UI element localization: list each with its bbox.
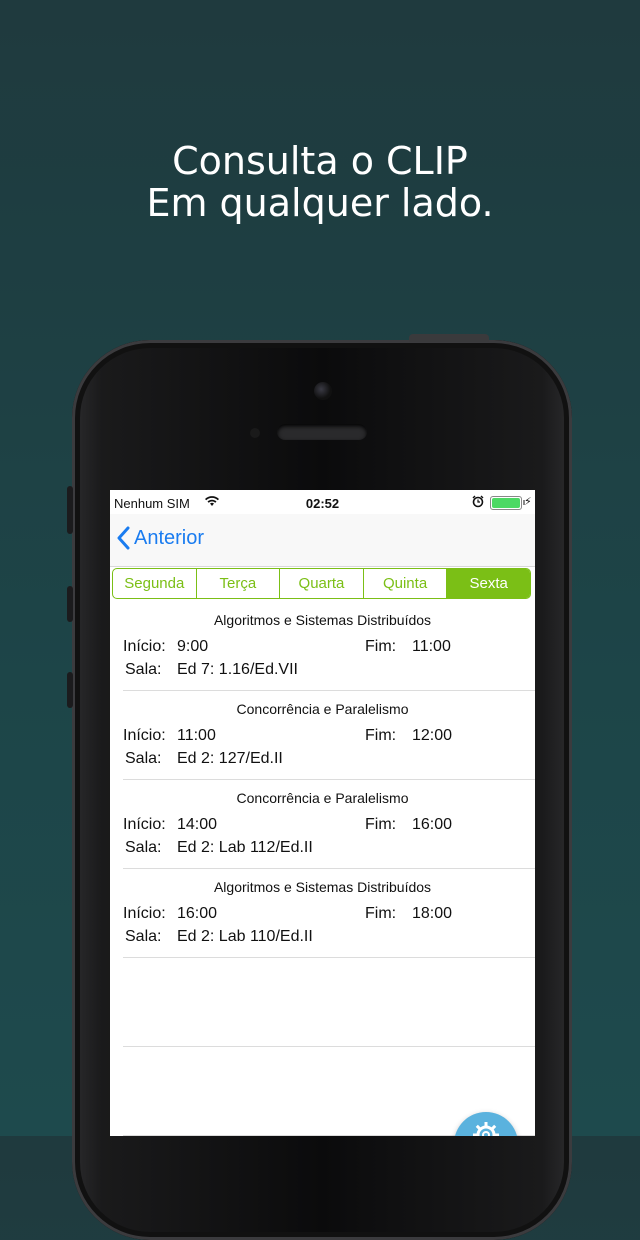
back-button-label: Anterior (134, 526, 205, 549)
room-value: Ed 2: Lab 112/Ed.II (177, 839, 313, 856)
class-name: Algoritmos e Sistemas Distribuídos (213, 612, 432, 628)
app-screen: Nenhum SIM 02:52 ⚡ Anterior Segunda Terç… (110, 490, 535, 1136)
navigation-bar: Anterior (110, 514, 535, 567)
headline-line-1: Consulta o CLIP (172, 139, 468, 183)
volume-down-button (67, 672, 73, 708)
battery-icon (490, 496, 525, 510)
end-label: Fim: (365, 638, 397, 655)
day-selector: Segunda Terça Quarta Quinta Sexta (112, 568, 531, 599)
schedule-item[interactable]: Concorrência e Paralelismo Início: 11:00… (123, 691, 535, 780)
end-label: Fim: (365, 816, 397, 833)
empty-row (123, 958, 535, 1047)
start-label: Início: (123, 816, 166, 833)
room-label: Sala: (125, 928, 162, 945)
room-value: Ed 2: 127/Ed.II (177, 750, 283, 767)
volume-up-button (67, 586, 73, 622)
end-time: 11:00 (412, 638, 451, 655)
class-name: Concorrência e Paralelismo (236, 701, 409, 717)
tab-quarta[interactable]: Quarta (280, 569, 364, 598)
tab-terca[interactable]: Terça (197, 569, 281, 598)
front-camera (314, 382, 332, 400)
start-label: Início: (123, 638, 166, 655)
class-name: Algoritmos e Sistemas Distribuídos (213, 879, 432, 895)
room-label: Sala: (125, 661, 162, 678)
tab-sexta[interactable]: Sexta (447, 569, 530, 598)
back-button[interactable]: Anterior (116, 526, 204, 550)
headline-line-2: Em qualquer lado. (146, 181, 494, 225)
start-label: Início: (123, 905, 166, 922)
alarm-icon (472, 495, 484, 511)
start-time: 14:00 (177, 816, 218, 833)
tab-segunda[interactable]: Segunda (113, 569, 197, 598)
charging-icon: ⚡ (524, 496, 532, 508)
schedule-item[interactable]: Algoritmos e Sistemas Distribuídos Iníci… (123, 602, 535, 691)
proximity-sensor (250, 428, 260, 438)
status-bar: Nenhum SIM 02:52 ⚡ (110, 490, 535, 514)
end-label: Fim: (365, 905, 397, 922)
room-value: Ed 2: Lab 110/Ed.II (177, 928, 313, 945)
chevron-left-icon (117, 526, 130, 550)
start-time: 11:00 (177, 727, 216, 744)
tab-quinta[interactable]: Quinta (364, 569, 448, 598)
gear-icon (473, 1122, 499, 1136)
room-value: Ed 7: 1.16/Ed.VII (177, 661, 298, 678)
schedule-item[interactable]: Algoritmos e Sistemas Distribuídos Iníci… (123, 869, 535, 958)
start-time: 9:00 (177, 638, 209, 655)
end-label: Fim: (365, 727, 397, 744)
end-time: 12:00 (412, 727, 453, 744)
room-label: Sala: (125, 750, 162, 767)
power-button (409, 334, 489, 342)
start-time: 16:00 (177, 905, 218, 922)
start-label: Início: (123, 727, 166, 744)
schedule-item[interactable]: Concorrência e Paralelismo Início: 14:00… (123, 780, 535, 869)
earpiece-speaker (277, 424, 367, 440)
room-label: Sala: (125, 839, 162, 856)
end-time: 16:00 (412, 816, 453, 833)
class-name: Concorrência e Paralelismo (236, 790, 409, 806)
promo-headline: Consulta o CLIP Em qualquer lado. (0, 140, 640, 224)
end-time: 18:00 (412, 905, 453, 922)
mute-switch (67, 486, 73, 534)
schedule-list: Algoritmos e Sistemas Distribuídos Iníci… (110, 602, 535, 1136)
